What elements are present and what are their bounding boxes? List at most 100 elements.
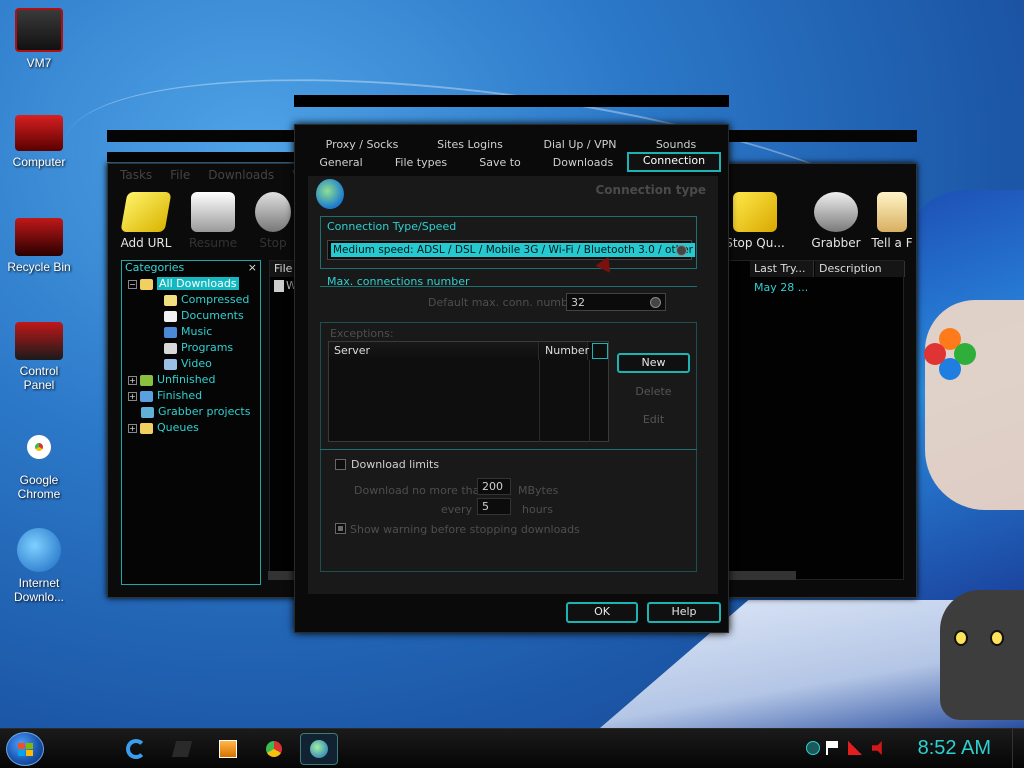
- dropdown-knob-icon: [650, 297, 661, 308]
- taskbar-media-player[interactable]: [214, 735, 242, 763]
- menu-downloads[interactable]: Downloads: [208, 168, 274, 182]
- max-connections-divider: [320, 286, 697, 287]
- tell-a-friend-button[interactable]: Tell a F: [866, 192, 918, 250]
- volume-muted-icon[interactable]: [872, 741, 882, 755]
- resume-button[interactable]: Resume: [178, 192, 248, 250]
- exceptions-divider: [320, 449, 697, 450]
- desktop-icon-vm7[interactable]: VM7: [0, 8, 78, 70]
- panel-heading: Connection type: [595, 183, 707, 197]
- taskbar-clock[interactable]: 8:52 AM: [918, 737, 991, 760]
- grabber-button[interactable]: Grabber: [801, 192, 871, 250]
- stop-queue-icon: [733, 192, 777, 232]
- categories-panel: Categories × − All Downloads Compressed D…: [121, 260, 261, 585]
- tree-video[interactable]: Video: [164, 356, 212, 371]
- desktop-icon-google-chrome[interactable]: Google Chrome: [0, 425, 78, 501]
- tree-compressed[interactable]: Compressed: [164, 292, 249, 307]
- horizontal-scrollbar-thumb[interactable]: [728, 571, 796, 580]
- action-center-flag-icon[interactable]: [826, 741, 840, 755]
- add-url-icon: [120, 192, 172, 232]
- unfinished-folder-icon: [140, 374, 153, 386]
- download-limits-checkbox[interactable]: [335, 459, 346, 470]
- help-button[interactable]: Help: [647, 602, 721, 623]
- tab-general[interactable]: General: [310, 155, 372, 171]
- column-number[interactable]: Number: [540, 342, 589, 360]
- download-limit-amount-input[interactable]: 200: [477, 478, 511, 495]
- start-button[interactable]: [6, 732, 44, 766]
- default-max-conn-select[interactable]: 32: [566, 293, 666, 311]
- mbytes-label: MBytes: [518, 484, 559, 497]
- edit-exception-button[interactable]: Edit: [617, 410, 690, 430]
- wallpaper-cat: [940, 590, 1024, 720]
- new-exception-button[interactable]: New: [617, 353, 690, 373]
- tab-dial-up-vpn[interactable]: Dial Up / VPN: [532, 137, 628, 153]
- taskbar: 8:52 AM: [0, 728, 1024, 768]
- default-max-conn-label: Default max. conn. number: [428, 296, 580, 309]
- internet-download-manager-icon: [310, 740, 328, 758]
- network-signal-icon[interactable]: [848, 741, 862, 755]
- delete-exception-button[interactable]: Delete: [617, 382, 690, 402]
- stop-button[interactable]: Stop: [248, 192, 298, 250]
- every-label: every: [441, 503, 473, 516]
- desktop-icon-recycle-bin[interactable]: Recycle Bin: [0, 218, 78, 274]
- tab-proxy-socks[interactable]: Proxy / Socks: [318, 137, 406, 153]
- column-description[interactable]: Description: [815, 261, 905, 277]
- column-header-extra: [592, 343, 608, 359]
- add-url-button[interactable]: Add URL: [111, 192, 181, 250]
- taskbar-folder[interactable]: [168, 735, 196, 763]
- ok-button[interactable]: OK: [566, 602, 638, 623]
- desktop-icon-computer[interactable]: Computer: [0, 115, 78, 169]
- show-warning-checkbox[interactable]: [335, 523, 346, 534]
- tree-all-downloads[interactable]: − All Downloads: [128, 276, 239, 291]
- tree-unfinished[interactable]: + Unfinished: [128, 372, 215, 387]
- hours-label: hours: [522, 503, 553, 516]
- control-panel-icon: [15, 322, 63, 360]
- programs-icon: [164, 342, 177, 354]
- internet-download-manager-icon: [17, 528, 61, 572]
- tab-file-types[interactable]: File types: [387, 155, 455, 171]
- taskbar-internet-explorer[interactable]: [122, 735, 150, 763]
- tab-sounds[interactable]: Sounds: [635, 137, 717, 153]
- expand-icon[interactable]: +: [128, 423, 137, 433]
- menu-tasks[interactable]: Tasks: [120, 168, 152, 182]
- expand-icon[interactable]: +: [128, 391, 137, 401]
- tree-grabber-projects[interactable]: Grabber projects: [141, 404, 250, 419]
- close-icon[interactable]: ×: [248, 261, 257, 275]
- computer-icon: [15, 115, 63, 151]
- taskbar-chrome[interactable]: [260, 735, 288, 763]
- file-icon: [274, 280, 284, 292]
- show-desktop-button[interactable]: [1012, 729, 1024, 768]
- tree-documents[interactable]: Documents: [164, 308, 244, 323]
- horizontal-scrollbar-left[interactable]: [268, 571, 296, 580]
- media-player-icon: [219, 740, 237, 758]
- list-item-last-try: May 28 ...: [754, 281, 809, 294]
- tab-connection[interactable]: Connection: [627, 152, 721, 172]
- connection-speed-select[interactable]: Medium speed: ADSL / DSL / Mobile 3G / W…: [327, 240, 695, 260]
- stop-queue-button[interactable]: Stop Qu...: [720, 192, 790, 250]
- collapse-icon[interactable]: −: [128, 279, 137, 289]
- taskbar-internet-download-manager[interactable]: [300, 733, 338, 765]
- tab-save-to[interactable]: Save to: [471, 155, 529, 171]
- column-server[interactable]: Server: [329, 342, 539, 360]
- tab-downloads[interactable]: Downloads: [547, 155, 619, 171]
- tree-music[interactable]: Music: [164, 324, 212, 339]
- windows-logo-icon: [18, 743, 34, 757]
- video-icon: [164, 358, 177, 370]
- tree-queues[interactable]: + Queues: [128, 420, 199, 435]
- stop-icon: [255, 192, 291, 232]
- download-limit-hours-input[interactable]: 5: [477, 498, 511, 515]
- desktop-icon-control-panel[interactable]: Control Panel: [0, 322, 78, 392]
- connection-type-title: Connection Type/Speed: [327, 220, 457, 233]
- tray-app-icon[interactable]: [806, 741, 820, 755]
- desktop-icon-internet-download-manager[interactable]: Internet Downlo...: [0, 528, 78, 604]
- resume-icon: [191, 192, 235, 232]
- tell-a-friend-icon: [877, 192, 907, 232]
- documents-icon: [164, 310, 177, 322]
- exceptions-table[interactable]: Server Number: [328, 341, 609, 442]
- grabber-projects-icon: [141, 406, 154, 418]
- column-last-try[interactable]: Last Try...: [750, 261, 814, 277]
- tree-programs[interactable]: Programs: [164, 340, 233, 355]
- menu-file[interactable]: File: [170, 168, 190, 182]
- expand-icon[interactable]: +: [128, 375, 137, 385]
- tree-finished[interactable]: + Finished: [128, 388, 202, 403]
- tab-sites-logins[interactable]: Sites Logins: [425, 137, 515, 153]
